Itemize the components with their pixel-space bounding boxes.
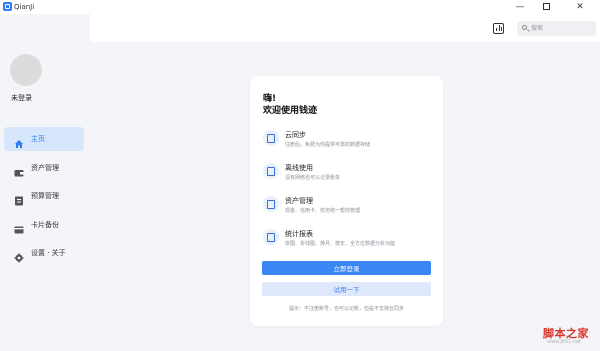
feature-item: 统计报表 饼图、折线图、排月、按年、全方位数据分析功能 bbox=[261, 227, 436, 251]
cloud-sync-icon bbox=[263, 130, 279, 146]
login-status[interactable]: 未登录 bbox=[11, 93, 32, 103]
asset-icon bbox=[263, 196, 279, 212]
close-button[interactable]: ✕ bbox=[568, 0, 592, 14]
tip-text: 提示：不注册账号，也可以记账，但是不支持云同步 bbox=[288, 306, 404, 312]
welcome-card: 嗨! 欢迎使用钱迹 云同步 注册后，免费为你提供可靠的数据存储 离线使用 没有网… bbox=[250, 76, 443, 326]
sidebar-nav: 主页 资产管理 预算管理 卡片备份 设置 · 关于 bbox=[4, 127, 84, 270]
sidebar-item-assets[interactable]: 资产管理 bbox=[4, 156, 84, 180]
feature-desc: 注册后，免费为你提供可靠的数据存储 bbox=[285, 142, 371, 148]
maximize-button[interactable] bbox=[534, 0, 558, 14]
app-logo-icon bbox=[3, 2, 12, 11]
feature-item: 资产管理 现金、信用卡、债务统一帮你管理 bbox=[261, 194, 436, 218]
budget-icon bbox=[14, 191, 24, 206]
sidebar-item-budget[interactable]: 预算管理 bbox=[4, 184, 84, 208]
sidebar-item-label: 主页 bbox=[31, 135, 45, 143]
sidebar-item-label: 预算管理 bbox=[31, 192, 59, 200]
feature-desc: 现金、信用卡、债务统一帮你管理 bbox=[285, 208, 361, 214]
feature-item: 云同步 注册后，免费为你提供可靠的数据存储 bbox=[261, 128, 436, 152]
offline-icon bbox=[263, 163, 279, 179]
feature-desc: 没有网络也可以记录账单 bbox=[285, 175, 341, 181]
minimize-button[interactable]: — bbox=[508, 0, 532, 14]
feature-desc: 饼图、折线图、排月、按年、全方位数据分析功能 bbox=[285, 241, 396, 247]
gear-icon bbox=[14, 248, 24, 263]
sidebar-item-label: 资产管理 bbox=[31, 163, 59, 172]
app-title: QianJi bbox=[14, 3, 35, 11]
sidebar-item-label: 卡片备份 bbox=[31, 220, 59, 229]
feature-title: 云同步 bbox=[285, 131, 306, 139]
search-box[interactable] bbox=[517, 21, 596, 36]
sidebar-item-label: 设置 · 关于 bbox=[31, 249, 66, 257]
maximize-icon bbox=[542, 3, 550, 10]
login-button[interactable]: 立即登录 bbox=[262, 261, 431, 275]
feature-title: 资产管理 bbox=[285, 197, 313, 205]
watermark-url: www.jb51.net bbox=[547, 339, 582, 345]
avatar[interactable] bbox=[10, 54, 42, 86]
report-icon bbox=[263, 229, 279, 245]
try-button[interactable]: 试用一下 bbox=[262, 282, 431, 296]
search-icon bbox=[522, 25, 527, 30]
feature-title: 离线使用 bbox=[285, 164, 313, 172]
feature-item: 离线使用 没有网络也可以记录账单 bbox=[261, 161, 436, 185]
welcome-title: 欢迎使用钱迹 bbox=[263, 106, 318, 116]
sidebar-item-settings[interactable]: 设置 · 关于 bbox=[4, 241, 84, 265]
sidebar-item-backup[interactable]: 卡片备份 bbox=[4, 213, 84, 237]
bar-chart-icon[interactable] bbox=[493, 23, 504, 34]
sidebar-item-home[interactable]: 主页 bbox=[4, 127, 84, 151]
top-toolbar bbox=[90, 14, 600, 42]
watermark: 脚本之家 www.jb51.net bbox=[543, 325, 597, 349]
feature-title: 统计报表 bbox=[285, 230, 313, 238]
sidebar: 未登录 主页 资产管理 预算管理 卡片备份 设置 · 关于 bbox=[0, 14, 90, 351]
title-bar: QianJi — ✕ bbox=[0, 0, 600, 14]
home-icon bbox=[14, 134, 24, 148]
card-icon bbox=[14, 220, 24, 233]
wallet-icon bbox=[14, 163, 24, 176]
search-input[interactable] bbox=[531, 23, 591, 34]
